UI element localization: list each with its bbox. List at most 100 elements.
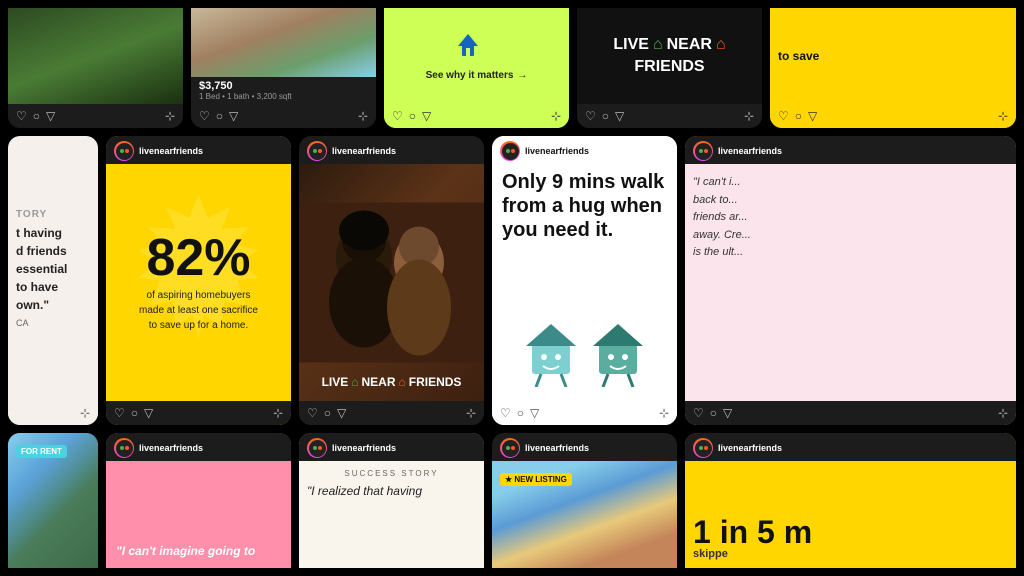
city-photo-wrap: ★ NEW LISTING: [492, 461, 677, 568]
card-header: livenearfriends: [106, 136, 291, 164]
live-text: LIVE: [322, 375, 349, 389]
house-exterior-photo: [191, 8, 376, 77]
see-why-text: See why it matters →: [426, 70, 528, 81]
footer-icons: ♡ ○ ▽: [114, 406, 153, 420]
location-text: CA: [16, 318, 90, 328]
avatar: [307, 141, 327, 161]
card-image-landscape: [8, 8, 183, 104]
quote-content: TORY t havingd friendsessentialto haveow…: [8, 136, 98, 401]
card-footer: ♡ ○ ▽ ⊹: [770, 104, 1016, 128]
avatar-logo: [699, 149, 708, 153]
success-quote: "I realized that having: [307, 484, 476, 498]
comment-icon[interactable]: ○: [33, 109, 40, 123]
heart-icon[interactable]: ♡: [16, 109, 27, 123]
comment-icon[interactable]: ○: [131, 406, 138, 420]
share-icon[interactable]: ▽: [46, 109, 55, 123]
card-r2c3: livenearfriends: [299, 136, 484, 425]
bookmark-icon[interactable]: ⊹: [165, 109, 175, 123]
card-r2c4: livenearfriends Only 9 mins walk from a …: [492, 136, 677, 425]
avatar-logo: [699, 446, 708, 450]
heart-icon[interactable]: ♡: [307, 406, 318, 420]
stat-number: 82%: [139, 232, 258, 284]
heart-icon[interactable]: ♡: [500, 406, 511, 420]
comment-icon[interactable]: ○: [795, 109, 802, 123]
card-r1c3: See why it matters → ♡ ○ ▽ ⊹: [384, 8, 569, 128]
bookmark-icon[interactable]: ⊹: [358, 109, 368, 123]
walk-content: Only 9 mins walk from a hug when you nee…: [492, 164, 677, 401]
share-icon[interactable]: ▽: [144, 406, 153, 420]
bookmark-icon[interactable]: ⊹: [659, 406, 669, 420]
share-icon[interactable]: ▽: [229, 109, 238, 123]
imagine-quote: "I can't imagine going to: [116, 544, 255, 558]
friends-text: FRIENDS: [409, 375, 462, 389]
card-header: livenearfriends: [685, 433, 1016, 461]
avatar-logo: [506, 446, 515, 450]
bookmark-icon[interactable]: ⊹: [998, 406, 1008, 420]
card-header: livenearfriends: [685, 136, 1016, 164]
card-footer: ♡ ○ ▽ ⊹: [492, 401, 677, 425]
card-r1c2: $3,750 1 Bed • 1 bath • 3,200 sqft ♡ ○ ▽…: [191, 8, 376, 128]
heart-icon[interactable]: ♡: [199, 109, 210, 123]
walk-headline: Only 9 mins walk from a hug when you nee…: [502, 170, 667, 242]
avatar: [307, 438, 327, 458]
avatar: [500, 438, 520, 458]
comment-icon[interactable]: ○: [710, 406, 717, 420]
bookmark-icon[interactable]: ⊹: [273, 406, 283, 420]
username: livenearfriends: [139, 443, 203, 453]
heart-icon[interactable]: ♡: [778, 109, 789, 123]
card-r3c2: livenearfriends "I can't imagine going t…: [106, 433, 291, 568]
card-footer: ♡ ○ ▽ ⊹: [106, 401, 291, 425]
comment-icon[interactable]: ○: [602, 109, 609, 123]
heart-icon[interactable]: ♡: [392, 109, 403, 123]
live-text: LIVE: [613, 36, 649, 54]
username: livenearfriends: [139, 146, 203, 156]
bookmark-icon[interactable]: ⊹: [80, 406, 90, 420]
bookmark-icon[interactable]: ⊹: [551, 109, 561, 123]
live-near-overlay: LIVE ⌂ NEAR ⌂ FRIENDS: [299, 375, 484, 389]
avatar-inner: [116, 143, 133, 160]
comment-icon[interactable]: ○: [517, 406, 524, 420]
card-header: livenearfriends: [299, 433, 484, 461]
bookmark-icon[interactable]: ⊹: [998, 109, 1008, 123]
row-2: TORY t havingd friendsessentialto haveow…: [8, 136, 1016, 425]
avatar: [693, 438, 713, 458]
avatar-logo: [313, 446, 322, 450]
house-orange-icon: ⌂: [716, 36, 726, 54]
card-r2c2: livenearfriends 82% of aspiring homebuye…: [106, 136, 291, 425]
card-footer: ♡ ○ ▽ ⊹: [299, 401, 484, 425]
share-icon[interactable]: ▽: [337, 406, 346, 420]
card-header: livenearfriends: [299, 136, 484, 164]
stat-subtext: of aspiring homebuyersmade at least one …: [139, 288, 258, 333]
avatar-logo: [313, 149, 322, 153]
username: livenearfriends: [332, 443, 396, 453]
avatar-logo: [120, 149, 129, 153]
footer-icons: ♡ ○ ▽: [500, 406, 539, 420]
heart-icon[interactable]: ♡: [585, 109, 596, 123]
bookmark-icon[interactable]: ⊹: [744, 109, 754, 123]
bookmark-icon[interactable]: ⊹: [466, 406, 476, 420]
house-orange-icon: ⌂: [399, 375, 406, 389]
near-text: NEAR: [361, 375, 395, 389]
heart-icon[interactable]: ♡: [693, 406, 704, 420]
card-footer: ♡ ○ ▽ ⊹: [384, 104, 569, 128]
share-icon[interactable]: ▽: [422, 109, 431, 123]
share-icon[interactable]: ▽: [808, 109, 817, 123]
row-3: FOR RENT livenearfriends "I can't imagin…: [8, 433, 1016, 568]
card-r1c1: ♡ ○ ▽ ⊹: [8, 8, 183, 128]
card-r3c3: livenearfriends SUCCESS STORY "I realize…: [299, 433, 484, 568]
heart-icon[interactable]: ♡: [114, 406, 125, 420]
share-icon[interactable]: ▽: [615, 109, 624, 123]
share-icon[interactable]: ▽: [530, 406, 539, 420]
app-container: ♡ ○ ▽ ⊹ $3,750 1 Bed • 1 bath • 3,200 sq…: [0, 0, 1024, 576]
comment-icon[interactable]: ○: [324, 406, 331, 420]
username: livenearfriends: [525, 146, 589, 156]
share-icon[interactable]: ▽: [723, 406, 732, 420]
comment-icon[interactable]: ○: [216, 109, 223, 123]
card-r2c1: TORY t havingd friendsessentialto haveow…: [8, 136, 98, 425]
row-1: ♡ ○ ▽ ⊹ $3,750 1 Bed • 1 bath • 3,200 sq…: [8, 8, 1016, 128]
avatar: [114, 141, 134, 161]
comment-icon[interactable]: ○: [409, 109, 416, 123]
card-footer: ♡ ○ ▽ ⊹: [191, 104, 376, 128]
card-r3c1: FOR RENT: [8, 433, 98, 568]
house-icon-lime: [458, 32, 496, 64]
